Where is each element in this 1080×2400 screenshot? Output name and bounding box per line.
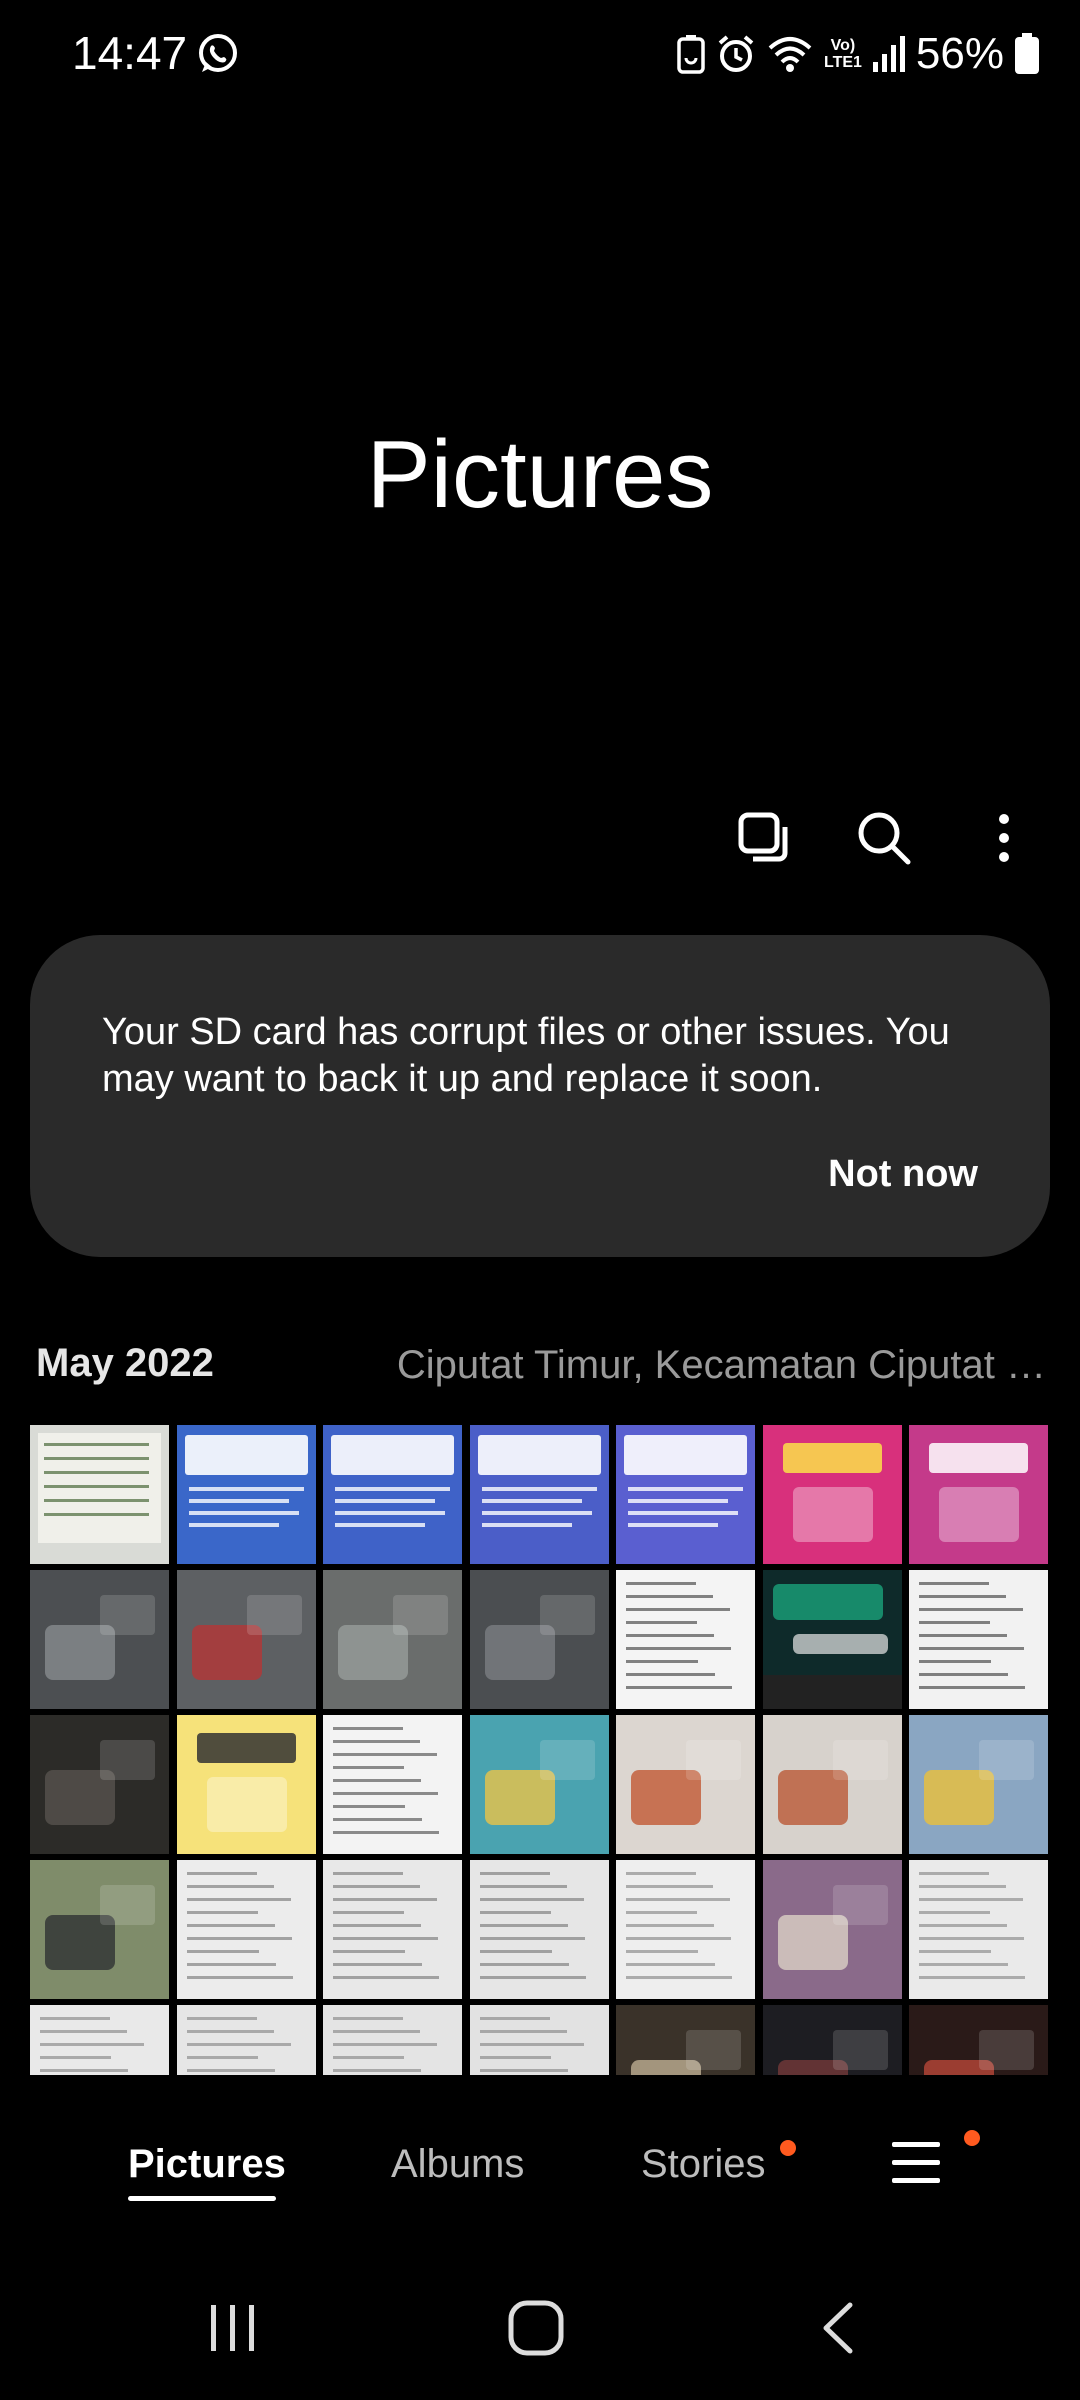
active-tab-indicator xyxy=(128,2196,276,2201)
whatsapp-icon xyxy=(196,32,240,76)
signal-icon xyxy=(872,36,906,72)
photo-thumbnail[interactable] xyxy=(762,2005,902,2075)
stories-badge-dot xyxy=(780,2140,796,2156)
photo-thumbnail[interactable] xyxy=(616,1570,755,1709)
photo-thumbnail[interactable] xyxy=(762,1425,902,1564)
photo-thumbnail[interactable] xyxy=(30,2005,169,2075)
tab-stories[interactable]: Stories xyxy=(641,2142,766,2187)
menu-badge-dot xyxy=(964,2130,980,2146)
photo-thumbnail[interactable] xyxy=(909,1570,1048,1709)
volte-label: Vo) xyxy=(830,37,856,54)
photo-thumbnail[interactable] xyxy=(176,1860,316,1999)
more-options-icon xyxy=(997,813,1011,868)
photo-thumbnail[interactable] xyxy=(616,1715,755,1854)
photo-thumbnail[interactable] xyxy=(909,1860,1048,1999)
warning-message: Your SD card has corrupt files or other … xyxy=(102,1011,950,1100)
photo-thumbnail[interactable] xyxy=(323,2005,462,2075)
more-options-button[interactable] xyxy=(964,805,1044,875)
photo-thumbnail[interactable] xyxy=(616,1860,755,1999)
home-button[interactable] xyxy=(486,2290,586,2370)
photo-grid xyxy=(30,1425,1050,2075)
section-location[interactable]: Ciputat Timur, Kecamatan Ciputat … xyxy=(376,1343,1046,1388)
photo-thumbnail[interactable] xyxy=(176,1570,316,1709)
sd-card-warning-card: Your SD card has corrupt files or other … xyxy=(30,935,1050,1257)
wifi-icon xyxy=(766,34,814,74)
tab-albums[interactable]: Albums xyxy=(391,2142,524,2187)
select-button[interactable] xyxy=(724,805,804,875)
photo-thumbnail[interactable] xyxy=(323,1425,462,1564)
system-navigation-bar xyxy=(0,2290,1080,2400)
menu-icon xyxy=(890,2142,942,2192)
section-header: May 2022 Ciputat Timur, Kecamatan Ciputa… xyxy=(36,1335,1046,1391)
section-date: May 2022 xyxy=(36,1341,214,1385)
photo-thumbnail[interactable] xyxy=(30,1860,169,1999)
photo-thumbnail[interactable] xyxy=(30,1425,169,1564)
photo-thumbnail[interactable] xyxy=(762,1860,902,1999)
status-time: 14:47 xyxy=(72,27,188,79)
not-now-button[interactable]: Not now xyxy=(828,1153,978,1196)
photo-thumbnail[interactable] xyxy=(323,1715,462,1854)
photo-thumbnail[interactable] xyxy=(909,1425,1048,1564)
bottom-nav: Pictures Albums Stories xyxy=(0,2100,1080,2240)
photo-thumbnail[interactable] xyxy=(323,1570,462,1709)
photo-thumbnail[interactable] xyxy=(323,1860,462,1999)
recents-button[interactable] xyxy=(183,2290,283,2370)
photo-thumbnail[interactable] xyxy=(909,2005,1048,2075)
search-button[interactable] xyxy=(844,805,924,875)
photo-thumbnail[interactable] xyxy=(616,2005,755,2075)
photo-thumbnail[interactable] xyxy=(469,1860,609,1999)
photo-thumbnail[interactable] xyxy=(469,1715,609,1854)
back-icon xyxy=(820,2301,856,2360)
photo-thumbnail[interactable] xyxy=(762,1715,902,1854)
battery-percent: 56% xyxy=(915,29,1004,78)
photo-thumbnail[interactable] xyxy=(176,1425,316,1564)
photo-thumbnail[interactable] xyxy=(176,2005,316,2075)
back-button[interactable] xyxy=(788,2290,888,2370)
photo-thumbnail[interactable] xyxy=(909,1715,1048,1854)
photo-thumbnail[interactable] xyxy=(30,1570,169,1709)
page-title: Pictures xyxy=(366,421,714,528)
select-icon xyxy=(737,811,791,870)
photo-thumbnail[interactable] xyxy=(176,1715,316,1854)
toolbar xyxy=(724,805,1044,875)
photo-thumbnail[interactable] xyxy=(30,1715,169,1854)
alarm-icon xyxy=(716,34,756,74)
photo-thumbnail[interactable] xyxy=(762,1570,902,1709)
network-type-label: Vo) LTE1 xyxy=(824,37,862,71)
lte-label: LTE1 xyxy=(823,54,862,71)
menu-button[interactable] xyxy=(890,2138,942,2193)
home-icon xyxy=(507,2299,565,2362)
photo-thumbnail[interactable] xyxy=(469,1570,609,1709)
battery-saver-icon xyxy=(676,34,706,74)
status-bar: 14:47 Vo) LTE1 56% xyxy=(0,0,1080,110)
photo-thumbnail[interactable] xyxy=(469,2005,609,2075)
tab-pictures[interactable]: Pictures xyxy=(128,2142,286,2187)
photo-thumbnail[interactable] xyxy=(469,1425,609,1564)
photo-thumbnail[interactable] xyxy=(616,1425,755,1564)
search-icon xyxy=(856,810,912,871)
recents-icon xyxy=(207,2303,259,2358)
battery-icon xyxy=(1014,33,1040,75)
